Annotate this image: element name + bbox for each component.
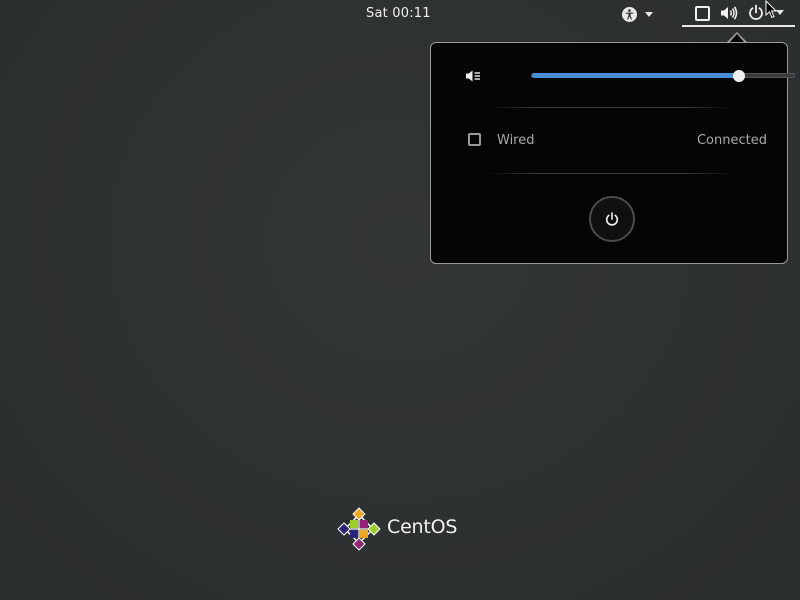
network-status: Connected (696, 133, 767, 148)
volume-icon (720, 5, 738, 25)
top-bar: Sat 00:11 (0, 0, 800, 27)
menu-separator (487, 107, 733, 108)
mouse-pointer-icon (765, 0, 778, 24)
menu-separator (487, 173, 733, 174)
network-wired-icon (695, 6, 710, 21)
volume-slider[interactable] (531, 70, 795, 82)
centos-emblem-icon (337, 507, 381, 551)
power-icon (748, 4, 764, 25)
clock[interactable]: Sat 00:11 (366, 6, 431, 21)
wired-network-item[interactable]: Wired Connected (467, 131, 767, 151)
centos-logo: CentOS (336, 506, 466, 552)
power-off-button[interactable] (589, 196, 635, 242)
logo-text: CentOS (387, 516, 458, 538)
chevron-down-icon (645, 11, 653, 17)
network-label: Wired (497, 133, 535, 148)
system-status-area[interactable] (682, 0, 795, 27)
system-menu: Wired Connected (430, 42, 795, 264)
power-icon (605, 212, 619, 226)
accessibility-icon (622, 6, 637, 22)
volume-slider-handle[interactable] (732, 70, 745, 82)
volume-muted-icon[interactable] (465, 68, 481, 87)
volume-slider-fill (532, 73, 739, 78)
volume-row (465, 67, 795, 87)
network-wired-icon (468, 133, 481, 146)
accessibility-menu[interactable] (622, 4, 666, 24)
